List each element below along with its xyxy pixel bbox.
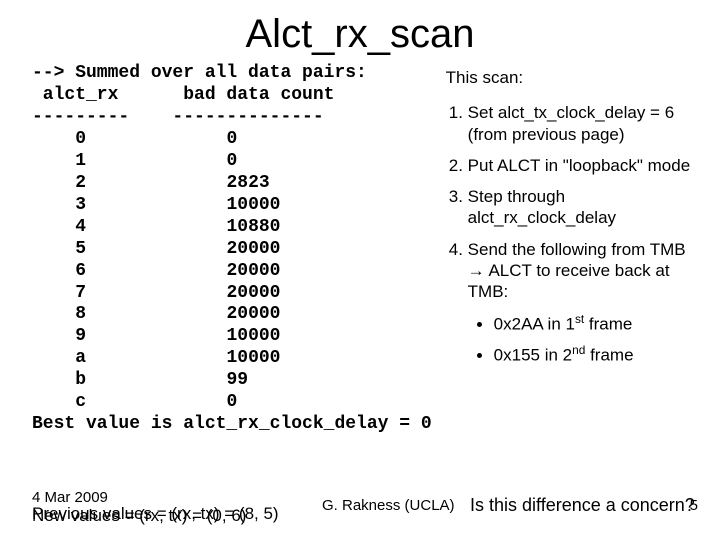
frame-1: 0x2AA in 1st frame bbox=[494, 312, 698, 335]
data-table: --> Summed over all data pairs: alct_rx … bbox=[32, 63, 432, 436]
frame-1-pre: 0x2AA in 1 bbox=[494, 315, 575, 334]
row-count: 10000 bbox=[226, 348, 280, 368]
step-2: Put ALCT in "loopback" mode bbox=[468, 155, 698, 176]
row-count: 20000 bbox=[226, 261, 280, 281]
row-count: 20000 bbox=[226, 239, 280, 259]
row-rx: 7 bbox=[75, 283, 86, 303]
table-header-2: alct_rx bad data count bbox=[32, 85, 334, 105]
row-count: 99 bbox=[226, 370, 248, 390]
step-4: Send the following from TMB → ALCT to re… bbox=[468, 239, 698, 303]
step-3: Step through alct_rx_clock_delay bbox=[468, 186, 698, 229]
slide-title: Alct_rx_scan bbox=[0, 0, 720, 63]
row-count: 10880 bbox=[226, 217, 280, 237]
footer: Previous values = (rx, tx) = (8, 5) 4 Ma… bbox=[32, 503, 698, 526]
frame-1-post: frame bbox=[584, 315, 632, 334]
row-rx: b bbox=[75, 370, 86, 390]
row-rx: 6 bbox=[75, 261, 86, 281]
frame-2-pre: 0x155 in 2 bbox=[494, 346, 572, 365]
row-count: 0 bbox=[226, 151, 237, 171]
slide: Alct_rx_scan --> Summed over all data pa… bbox=[0, 0, 720, 540]
best-value-line: Best value is alct_rx_clock_delay = 0 bbox=[32, 414, 432, 434]
arrow-icon: → bbox=[468, 261, 485, 280]
row-rx: 8 bbox=[75, 304, 86, 324]
page-number: 5 bbox=[690, 497, 698, 516]
row-count: 0 bbox=[226, 392, 237, 412]
right-column: This scan: Set alct_tx_clock_delay = 6 (… bbox=[446, 63, 698, 436]
row-count: 0 bbox=[226, 129, 237, 149]
frames-list: 0x2AA in 1st frame 0x155 in 2nd frame bbox=[446, 312, 698, 366]
scan-label: This scan: bbox=[446, 67, 698, 88]
table-header-3: --------- -------------- bbox=[32, 107, 324, 127]
frame-2: 0x155 in 2nd frame bbox=[494, 343, 698, 366]
row-count: 2823 bbox=[226, 173, 269, 193]
row-rx: 9 bbox=[75, 326, 86, 346]
step-1: Set alct_tx_clock_delay = 6 (from previo… bbox=[468, 102, 698, 145]
row-rx: 1 bbox=[75, 151, 86, 171]
table-header-1: --> Summed over all data pairs: bbox=[32, 63, 367, 83]
step-4-post: ALCT to receive back at TMB: bbox=[468, 261, 670, 301]
row-count: 10000 bbox=[226, 326, 280, 346]
row-rx: 5 bbox=[75, 239, 86, 259]
row-rx: 2 bbox=[75, 173, 86, 193]
row-rx: 0 bbox=[75, 129, 86, 149]
frame-2-post: frame bbox=[585, 346, 633, 365]
concern-question: Is this difference a concern? bbox=[470, 494, 695, 517]
row-count: 10000 bbox=[226, 195, 280, 215]
row-count: 20000 bbox=[226, 304, 280, 324]
steps-list: Set alct_tx_clock_delay = 6 (from previo… bbox=[446, 102, 698, 302]
step-4-pre: Send the following from TMB bbox=[468, 240, 686, 259]
step-1-text: Set alct_tx_clock_delay = 6 (from previo… bbox=[468, 103, 674, 143]
row-rx: a bbox=[75, 348, 86, 368]
row-rx: 4 bbox=[75, 217, 86, 237]
footer-author: G. Rakness (UCLA) bbox=[322, 497, 455, 516]
row-rx: c bbox=[75, 392, 86, 412]
frame-1-sup: st bbox=[575, 312, 584, 326]
row-count: 20000 bbox=[226, 283, 280, 303]
slide-body: --> Summed over all data pairs: alct_rx … bbox=[0, 63, 720, 436]
row-rx: 3 bbox=[75, 195, 86, 215]
new-values: New values = (rx, tx) = (0, 6) bbox=[32, 505, 246, 526]
frame-2-sup: nd bbox=[572, 343, 585, 357]
